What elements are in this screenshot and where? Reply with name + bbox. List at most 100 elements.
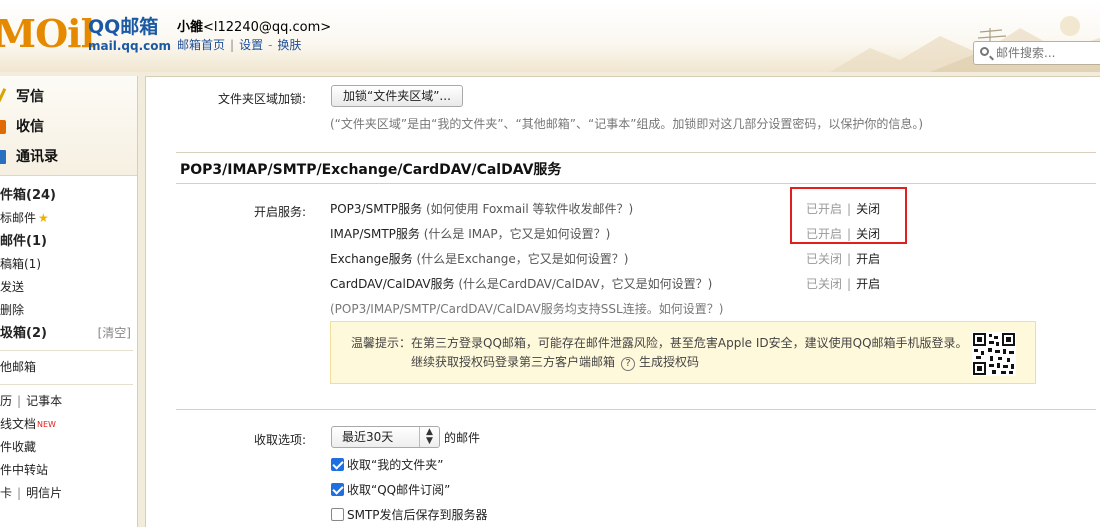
sidebar-item-docs[interactable]: 线文档NEW <box>0 413 137 436</box>
security-tip-box: 温馨提示：在第三方登录QQ邮箱，可能存在邮件泄露风险，甚至危害Apple ID安… <box>330 321 1036 384</box>
tip-line-1: 温馨提示：在第三方登录QQ邮箱，可能存在邮件泄露风险，甚至危害Apple ID安… <box>351 336 968 350</box>
user-nickname: 小雒 <box>177 20 204 35</box>
sidebar-tools-row-2: 卡 | 明信片 <box>0 482 137 505</box>
service-help-link[interactable]: (什么是Exchange，它又是如何设置？) <box>416 252 628 266</box>
checkbox-checked-icon[interactable] <box>331 483 344 496</box>
auth-code-hint: 继续获取授权码登录第三方客户端邮箱 <box>411 355 616 369</box>
user-email: <l12240@qq.com> <box>203 20 332 35</box>
sidebar-item-drafts[interactable]: 稿箱(1) <box>0 253 137 276</box>
sidebar-item-starred[interactable]: 标邮件 ★ <box>0 207 137 230</box>
contacts-label: 通讯录 <box>16 149 58 165</box>
carddav-toggle-link[interactable]: 开启 <box>856 277 880 291</box>
qr-code-icon <box>972 332 1016 376</box>
highlight-annotation-box <box>790 187 907 244</box>
star-icon: ★ <box>38 211 49 225</box>
compose-button[interactable]: 写信 <box>0 82 137 112</box>
sidebar-item-file-transfer[interactable]: 件中转站 <box>0 459 137 482</box>
service-exchange-state: 已关闭 | 开启 <box>806 250 880 267</box>
folder-list: 件箱(24) 标邮件 ★ 邮件(1) 稿箱(1) 发送 删除 圾箱(2) [清空] … <box>0 176 137 505</box>
service-carddav-caldav: CardDAV/CalDAV服务 (什么是CardDAV/CalDAV，它又是如… <box>330 275 712 292</box>
receive-options-label: 收取选项: <box>253 433 306 447</box>
pen-icon <box>0 88 15 106</box>
checkbox-checked-icon[interactable] <box>331 458 344 471</box>
sidebar-item-card[interactable]: 卡 <box>0 486 12 500</box>
divider <box>0 350 133 351</box>
contacts-icon <box>0 150 6 164</box>
exchange-toggle-link[interactable]: 开启 <box>856 252 880 266</box>
sidebar-item-inbox[interactable]: 件箱(24) <box>0 184 137 207</box>
divider <box>176 152 1096 153</box>
sidebar-item-deleted[interactable]: 删除 <box>0 299 137 322</box>
sidebar-item-favorites[interactable]: 件收藏 <box>0 436 137 459</box>
checkbox-label: 收取“QQ邮件订阅” <box>347 483 451 497</box>
tip-line-2: 继续获取授权码登录第三方客户端邮箱? 生成授权码 <box>411 353 699 371</box>
service-name: Exchange服务 <box>330 252 413 266</box>
logo-mark[interactable]: MOil <box>0 11 95 56</box>
contacts-button[interactable]: 通讯录 <box>0 142 137 172</box>
folder-lock-label: 文件夹区域加锁: <box>217 92 306 106</box>
checkbox-label: 收取“我的文件夹” <box>347 458 444 472</box>
inbox-icon <box>0 120 6 134</box>
checkbox-receive-qq-subscriptions[interactable]: 收取“QQ邮件订阅” <box>331 481 450 498</box>
service-name: CardDAV/CalDAV服务 <box>330 277 455 291</box>
logo-brand[interactable]: QQ邮箱 <box>88 16 158 38</box>
checkbox-unchecked-icon[interactable] <box>331 508 344 521</box>
checkbox-receive-my-folders[interactable]: 收取“我的文件夹” <box>331 456 443 473</box>
sidebar-item-postcard[interactable]: 明信片 <box>26 486 62 500</box>
sidebar-item-other-mailbox[interactable]: 他邮箱 <box>0 356 137 379</box>
sidebar-item-group-mail[interactable]: 邮件(1) <box>0 230 137 253</box>
receive-period-select[interactable]: 最近30天 ▲ ▼ <box>331 426 440 448</box>
docs-label: 线文档 <box>0 417 37 431</box>
sidebar-item-spam[interactable]: 圾箱(2) [清空] <box>0 322 137 345</box>
ssl-note[interactable]: (POP3/IMAP/SMTP/CardDAV/CalDAV服务均支持SSL连接… <box>330 300 723 317</box>
divider <box>176 409 1096 410</box>
mail-search[interactable] <box>973 41 1100 65</box>
help-icon[interactable]: ? <box>621 357 636 371</box>
services-label: 开启服务: <box>253 205 306 219</box>
separator: | <box>17 486 22 500</box>
receive-label: 收信 <box>16 119 44 135</box>
search-icon <box>980 47 989 56</box>
new-badge: NEW <box>37 420 56 429</box>
sidebar-tools-row-1: 历 | 记事本 <box>0 390 137 413</box>
top-header: MOil QQ邮箱 mail.qq.com 小雒<l12240@qq.com> … <box>0 0 1100 72</box>
checkbox-smtp-save-sent[interactable]: SMTP发信后保存到服务器 <box>331 506 488 523</box>
service-carddav-state: 已关闭 | 开启 <box>806 275 880 292</box>
divider <box>0 384 133 385</box>
user-identity: 小雒<l12240@qq.com> <box>177 16 331 35</box>
checkbox-label: SMTP发信后保存到服务器 <box>347 508 488 522</box>
sidebar-item-sent[interactable]: 发送 <box>0 276 137 299</box>
logo-url: mail.qq.com <box>88 39 171 53</box>
search-input[interactable] <box>996 45 1096 61</box>
settings-panel: 文件夹区域加锁: 加锁“文件夹区域”... (“文件夹区域”是由“我的文件夹”、… <box>145 76 1100 527</box>
sidebar-item-calendar[interactable]: 历 <box>0 394 12 408</box>
service-pop3-smtp: POP3/SMTP服务 (如何使用 Foxmail 等软件收发邮件？) <box>330 200 633 217</box>
separator: | <box>230 38 235 52</box>
service-imap-smtp: IMAP/SMTP服务 (什么是 IMAP，它又是如何设置？) <box>330 225 610 242</box>
left-sidebar: 写信 收信 通讯录 件箱(24) 标邮件 ★ 邮件(1) 稿箱(1) 发送 删除 … <box>0 76 138 527</box>
service-exchange: Exchange服务 (什么是Exchange，它又是如何设置？) <box>330 250 628 267</box>
separator: | <box>847 277 852 291</box>
sidebar-primary-actions: 写信 收信 通讯录 <box>0 76 137 176</box>
separator: | <box>17 394 22 408</box>
service-help-link[interactable]: (什么是 IMAP，它又是如何设置？) <box>424 227 611 241</box>
clear-spam-link[interactable]: [清空] <box>98 322 131 345</box>
folder-lock-button[interactable]: 加锁“文件夹区域”... <box>331 85 463 107</box>
link-mailbox-home[interactable]: 邮箱首页 <box>177 38 225 52</box>
generate-auth-code-link[interactable]: 生成授权码 <box>639 355 699 369</box>
link-settings[interactable]: 设置 <box>239 38 263 52</box>
service-help-link[interactable]: (如何使用 Foxmail 等软件收发邮件？) <box>426 202 633 216</box>
starred-label: 标邮件 <box>0 211 37 225</box>
section-title-mail-protocols: POP3/IMAP/SMTP/Exchange/CardDAV/CalDAV服务 <box>180 162 562 178</box>
service-name: IMAP/SMTP服务 <box>330 227 420 241</box>
link-change-skin[interactable]: 换肤 <box>277 38 301 52</box>
spam-label: 圾箱(2) <box>0 326 47 341</box>
folder-lock-note: (“文件夹区域”是由“我的文件夹”、“其他邮箱”、“记事本”组成。加锁即对这几部… <box>330 117 924 131</box>
divider <box>176 183 1096 184</box>
service-status: 已关闭 <box>806 252 843 266</box>
logo-mark-text: MOil <box>0 11 95 56</box>
sidebar-item-notes[interactable]: 记事本 <box>26 394 62 408</box>
service-status: 已关闭 <box>806 277 843 291</box>
service-help-link[interactable]: (什么是CardDAV/CalDAV，它又是如何设置？) <box>458 277 712 291</box>
receive-button[interactable]: 收信 <box>0 112 137 142</box>
